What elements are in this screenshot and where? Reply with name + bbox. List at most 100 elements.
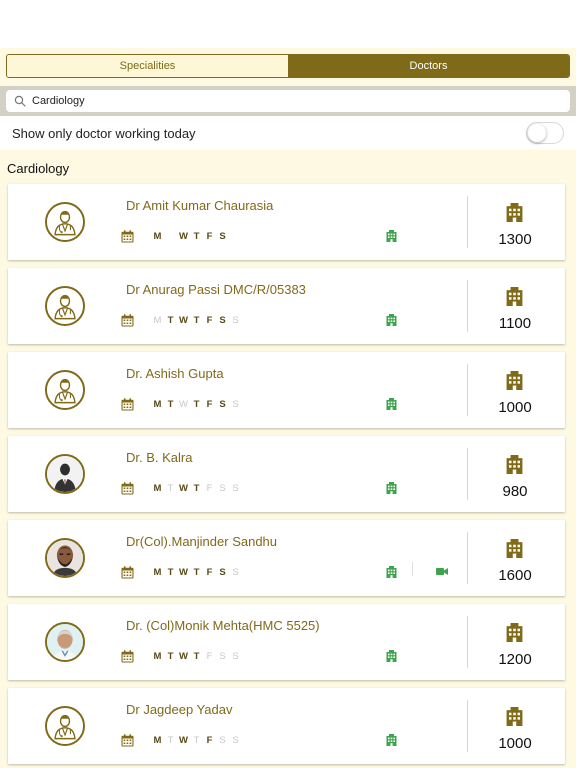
doctor-card[interactable]: Dr Anurag Passi DMC/R/05383 MTWTFSS 1100 — [8, 268, 565, 344]
doctor-photo — [47, 540, 83, 576]
clinic-visit-icon — [386, 566, 397, 578]
search-field[interactable] — [6, 90, 570, 112]
doctor-name[interactable]: Dr. Ashish Gupta — [126, 366, 224, 381]
doctor-card[interactable]: Dr. Ashish Gupta MTWTFSS 1000 — [8, 352, 565, 428]
doctor-name[interactable]: Dr Amit Kumar Chaurasia — [126, 198, 273, 213]
doctor-name[interactable]: Dr Jagdeep Yadav — [126, 702, 232, 717]
search-icon — [14, 95, 26, 107]
doctor-name[interactable]: Dr. (Col)Monik Mehta(HMC 5525) — [126, 618, 320, 633]
doctor-icon — [47, 708, 83, 744]
doctor-avatar — [45, 286, 85, 326]
clinic-visit-icon — [386, 398, 397, 410]
weekday-indicator: T — [193, 566, 200, 578]
weekday-indicator: S — [219, 566, 226, 578]
weekday-indicator: T — [167, 314, 174, 326]
doctor-card[interactable]: Dr. B. Kalra MTWTFSS 980 — [8, 436, 565, 512]
hospital-icon — [506, 455, 523, 474]
doctor-avatar — [45, 538, 85, 578]
doctor-avatar — [45, 370, 85, 410]
doctor-card[interactable]: Dr(Col).Manjinder Sandhu MTWTFSS 1600 — [8, 520, 565, 596]
weekday-indicator: T — [193, 734, 200, 746]
doctor-avatar — [45, 454, 85, 494]
working-days: MTWTFSS — [121, 313, 242, 327]
clinic-visit-icon — [386, 650, 397, 662]
video-call-icon[interactable] — [436, 567, 448, 576]
doctor-photo — [47, 624, 83, 660]
segmented-control: Specialities Doctors — [6, 54, 570, 78]
weekday-indicator: F — [206, 734, 213, 746]
weekday-indicator: S — [219, 650, 226, 662]
doctor-card[interactable]: Dr. (Col)Monik Mehta(HMC 5525) MTWTFSS 1… — [8, 604, 565, 680]
weekday-indicator: T — [193, 314, 200, 326]
weekday-indicator: T — [167, 650, 174, 662]
doctor-name[interactable]: Dr Anurag Passi DMC/R/05383 — [126, 282, 306, 297]
weekday-indicator: T — [167, 398, 174, 410]
section-title: Cardiology — [7, 161, 70, 176]
calendar-icon — [121, 565, 134, 578]
weekday-indicator: S — [219, 734, 226, 746]
divider — [467, 196, 468, 248]
working-days: MTWTFSS — [121, 481, 242, 495]
toggle-knob — [528, 124, 546, 142]
tab-doctors[interactable]: Doctors — [288, 55, 569, 77]
weekday-indicator: S — [232, 566, 239, 578]
working-days: MTWTFSS — [121, 565, 242, 579]
weekday-indicator: S — [232, 314, 239, 326]
tab-specialities[interactable]: Specialities — [7, 55, 288, 77]
navigation-bar — [0, 0, 576, 49]
weekday-indicator: F — [206, 566, 213, 578]
hospital-icon — [506, 623, 523, 642]
divider — [467, 532, 468, 584]
hospital-icon — [506, 287, 523, 306]
working-days: MTWTFSS — [121, 397, 242, 411]
calendar-icon — [121, 397, 134, 410]
doctor-avatar — [45, 622, 85, 662]
working-today-toggle[interactable] — [526, 122, 564, 144]
weekday-indicator: S — [219, 230, 226, 242]
weekday-indicator: F — [206, 398, 213, 410]
divider — [467, 616, 468, 668]
segment-bar: Specialities Doctors — [0, 48, 576, 86]
calendar-icon — [121, 649, 134, 662]
weekday-indicator: M — [153, 482, 162, 494]
calendar-icon — [121, 313, 134, 326]
working-days: M WTFS — [121, 229, 242, 243]
weekday-indicator: F — [206, 650, 213, 662]
separator — [412, 562, 413, 576]
weekday-indicator: S — [232, 482, 239, 494]
working-days: MTWTFSS — [121, 733, 242, 747]
divider — [467, 364, 468, 416]
weekday-indicator: M — [153, 398, 162, 410]
consultation-fee: 1000 — [498, 735, 532, 752]
weekday-indicator: S — [219, 398, 226, 410]
weekday-indicator: T — [193, 398, 200, 410]
consultation-fee: 1300 — [498, 231, 532, 248]
weekday-indicator: M — [153, 650, 162, 662]
doctor-icon — [47, 204, 83, 240]
hospital-icon — [506, 707, 523, 726]
calendar-icon — [121, 229, 134, 242]
hospital-icon — [506, 203, 523, 222]
doctor-name[interactable]: Dr. B. Kalra — [126, 450, 192, 465]
weekday-indicator: T — [193, 230, 200, 242]
weekday-indicator: W — [179, 482, 188, 494]
consultation-fee: 980 — [502, 483, 528, 500]
doctor-icon — [47, 288, 83, 324]
weekday-indicator: S — [232, 650, 239, 662]
clinic-visit-icon — [386, 314, 397, 326]
weekday-indicator: F — [206, 482, 213, 494]
weekday-indicator: T — [193, 650, 200, 662]
doctor-icon — [47, 372, 83, 408]
consultation-fee: 1000 — [498, 399, 532, 416]
doctor-card[interactable]: Dr Jagdeep Yadav MTWTFSS 1000 — [8, 688, 565, 764]
weekday-indicator: W — [179, 734, 188, 746]
weekday-indicator: S — [219, 314, 226, 326]
weekday-indicator: F — [206, 230, 213, 242]
search-input[interactable] — [32, 95, 532, 107]
doctor-card[interactable]: Dr Amit Kumar Chaurasia M WTFS 1300 — [8, 184, 565, 260]
doctor-name[interactable]: Dr(Col).Manjinder Sandhu — [126, 534, 277, 549]
clinic-visit-icon — [386, 482, 397, 494]
working-today-label: Show only doctor working today — [12, 125, 196, 141]
weekday-indicator: T — [167, 734, 174, 746]
clinic-visit-icon — [386, 230, 397, 242]
